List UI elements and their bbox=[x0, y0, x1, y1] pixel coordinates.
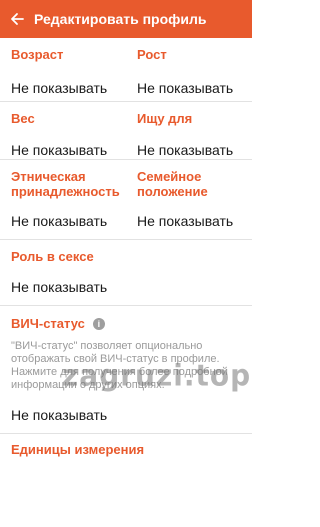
role-field[interactable]: Роль в сексе Не показывать bbox=[0, 240, 252, 305]
relationship-value: Не показывать bbox=[137, 213, 234, 229]
ethnicity-field[interactable]: Этническая принадлежность Не показывать bbox=[0, 160, 126, 239]
units-label: Единицы измерения bbox=[11, 442, 145, 457]
hiv-status-label: ВИЧ-статус bbox=[11, 316, 85, 331]
ethnicity-value: Не показывать bbox=[11, 213, 108, 229]
back-button[interactable] bbox=[0, 0, 34, 38]
relationship-label: Семейное положение bbox=[137, 169, 208, 199]
age-value: Не показывать bbox=[11, 80, 108, 96]
watermark: zagruzi.top bbox=[62, 358, 252, 393]
field-row-weight-looking: Вес Не показывать Ищу для Не показывать bbox=[0, 102, 252, 160]
looking-for-field[interactable]: Ищу для Не показывать bbox=[126, 102, 252, 159]
hiv-status-field[interactable]: ВИЧ-статус i "ВИЧ-статус" позволяет опци… bbox=[0, 306, 252, 434]
age-field[interactable]: Возраст Не показывать bbox=[0, 38, 126, 101]
ethnicity-label: Этническая принадлежность bbox=[11, 169, 120, 199]
profile-form[interactable]: Возраст Не показывать Рост Не показывать… bbox=[0, 38, 252, 527]
looking-for-label: Ищу для bbox=[137, 111, 193, 126]
looking-for-value: Не показывать bbox=[137, 142, 234, 158]
age-label: Возраст bbox=[11, 47, 64, 62]
field-row-ethnicity-relationship: Этническая принадлежность Не показывать … bbox=[0, 160, 252, 240]
hiv-status-header: ВИЧ-статус i bbox=[11, 316, 241, 331]
arrow-left-icon bbox=[11, 13, 24, 25]
height-field[interactable]: Рост Не показывать bbox=[126, 38, 252, 101]
page-title: Редактировать профиль bbox=[34, 11, 207, 27]
role-value: Не показывать bbox=[11, 279, 108, 295]
info-icon[interactable]: i bbox=[92, 317, 105, 330]
relationship-field[interactable]: Семейное положение Не показывать bbox=[126, 160, 252, 239]
field-row-role: Роль в сексе Не показывать bbox=[0, 240, 252, 306]
field-row-age-height: Возраст Не показывать Рост Не показывать bbox=[0, 38, 252, 102]
height-value: Не показывать bbox=[137, 80, 234, 96]
units-field[interactable]: Единицы измерения bbox=[0, 434, 252, 457]
weight-value: Не показывать bbox=[11, 142, 108, 158]
weight-field[interactable]: Вес Не показывать bbox=[0, 102, 126, 159]
weight-label: Вес bbox=[11, 111, 35, 126]
role-label: Роль в сексе bbox=[11, 249, 94, 264]
hiv-status-value: Не показывать bbox=[11, 407, 108, 423]
height-label: Рост bbox=[137, 47, 167, 62]
app-bar: Редактировать профиль bbox=[0, 0, 252, 38]
